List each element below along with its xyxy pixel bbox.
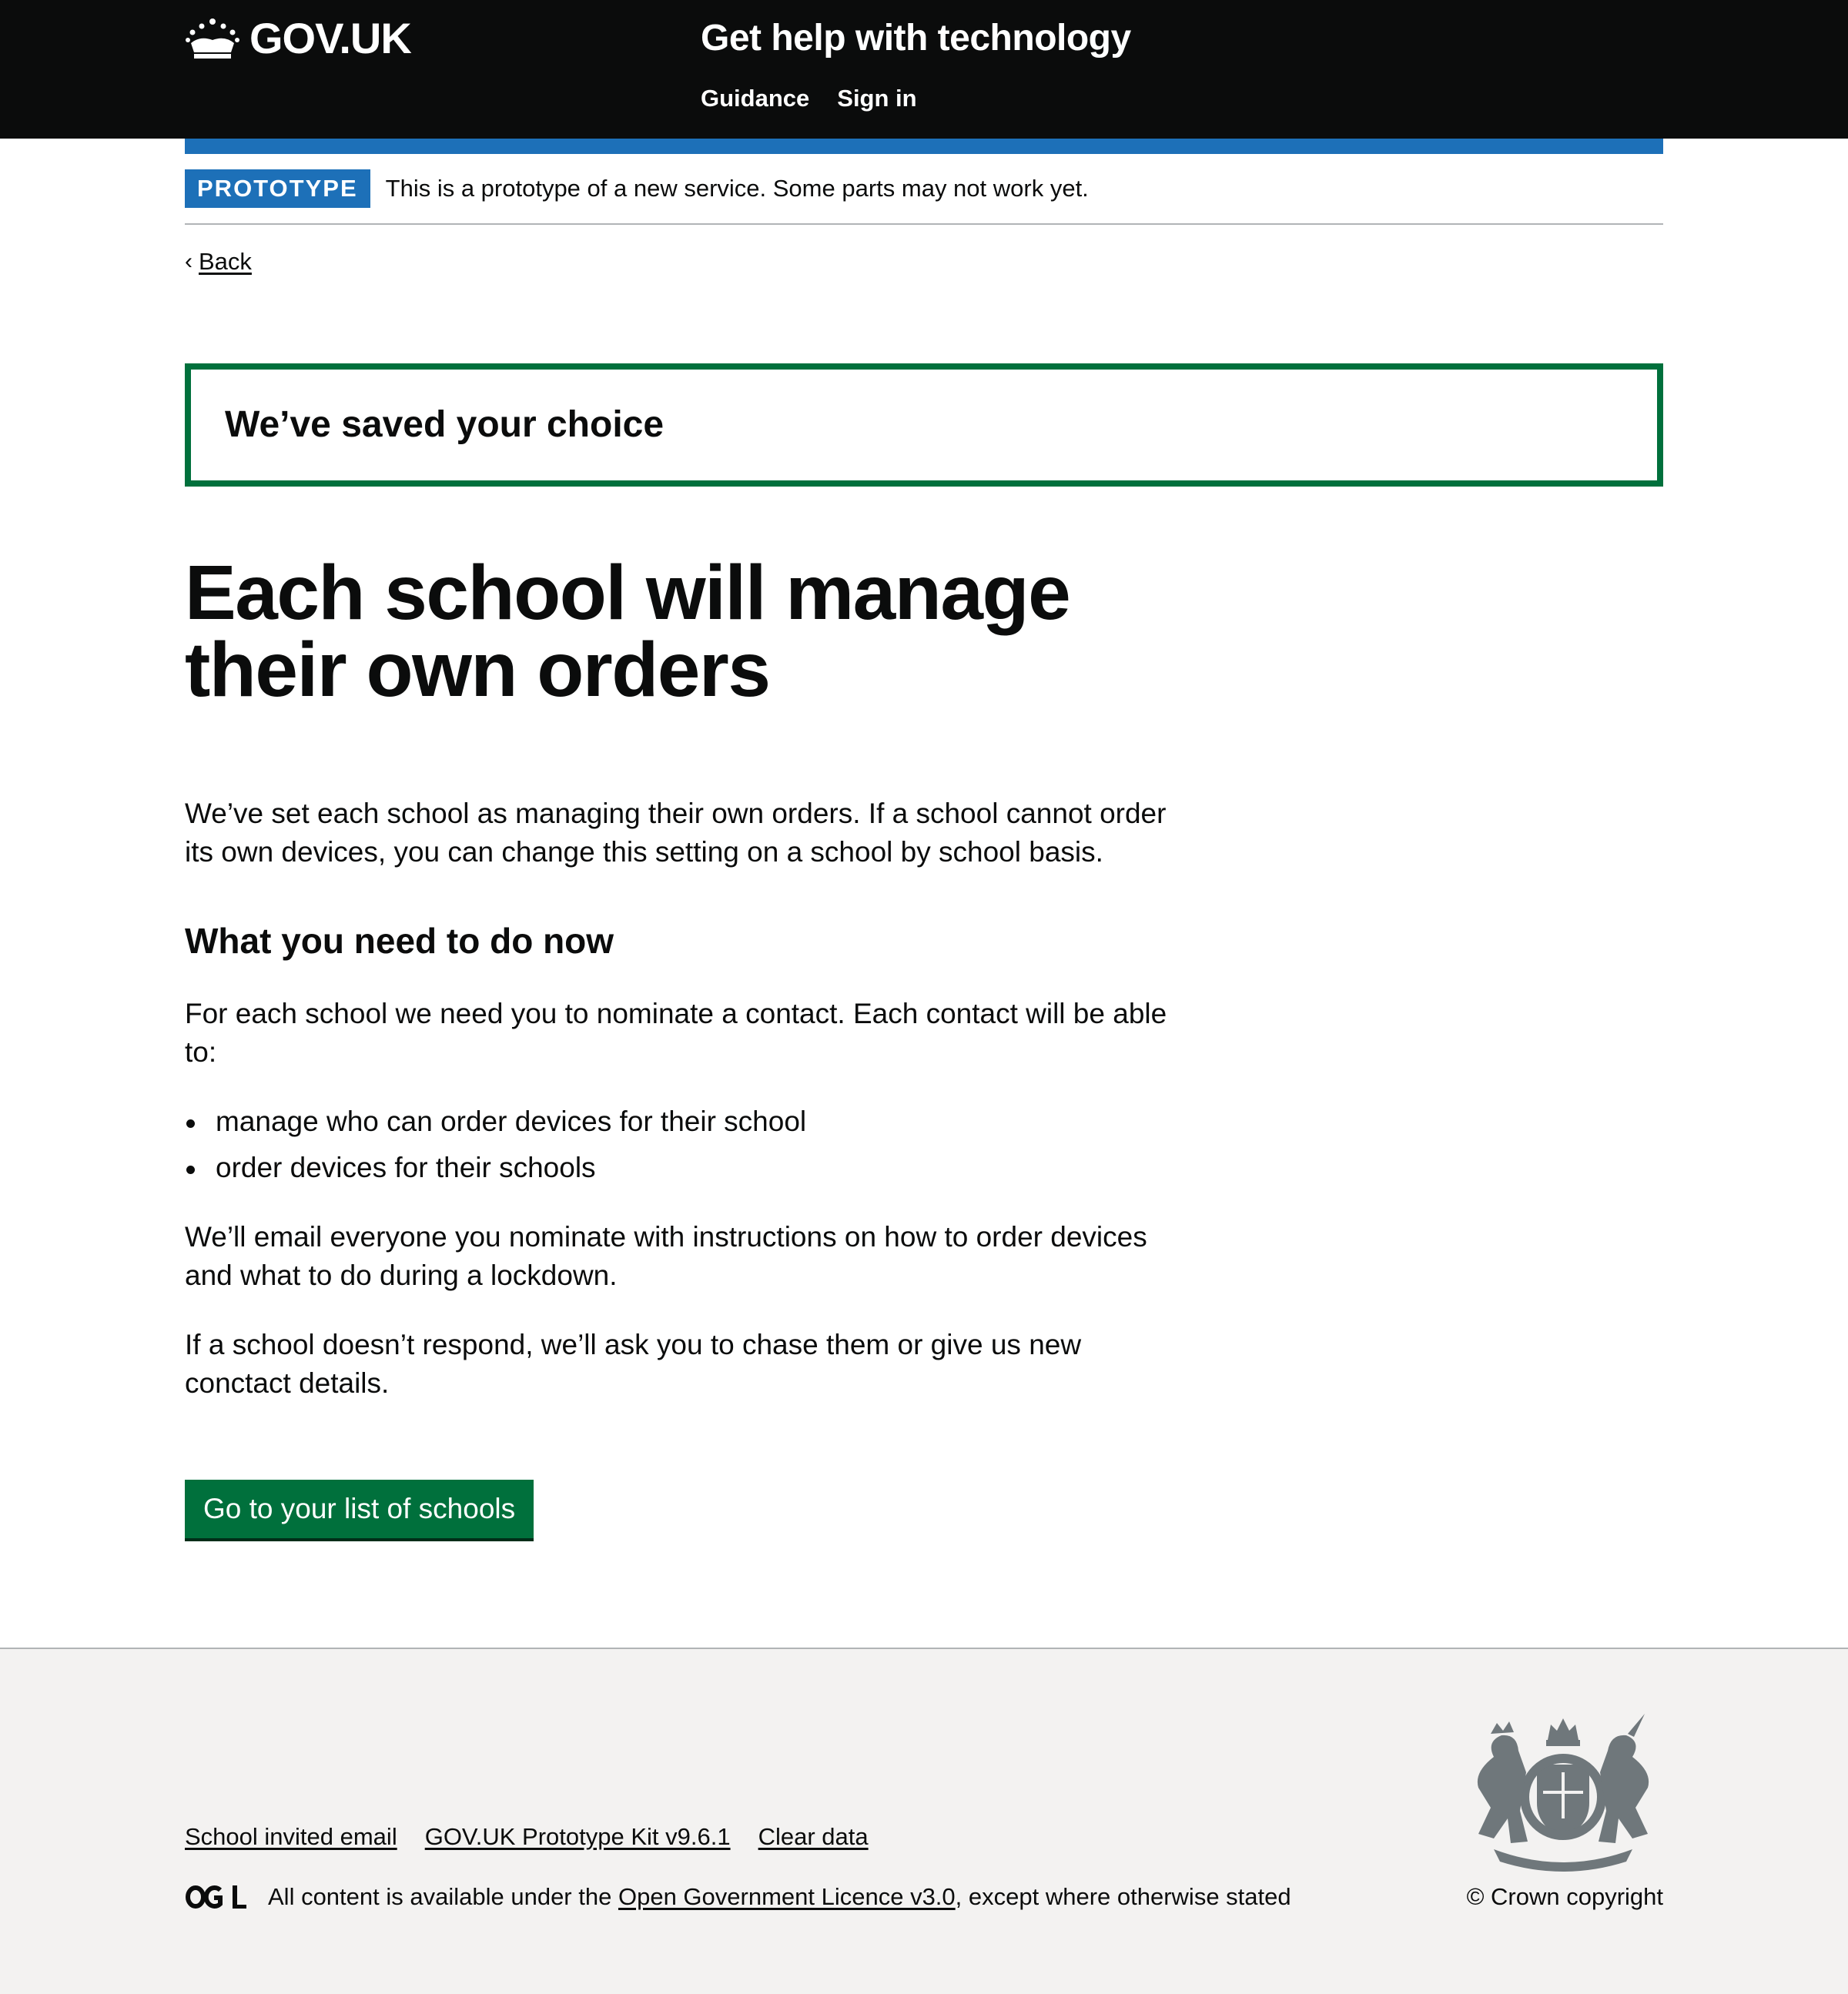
bulleted-list: manage who can order devices for their s… — [185, 1102, 806, 1195]
success-notification-banner: We’ve saved your choice — [185, 363, 1663, 487]
crown-icon — [186, 18, 239, 59]
govuk-logo-link[interactable]: GOV.UK — [185, 11, 412, 66]
phase-banner-text: This is a prototype of a new service. So… — [385, 175, 1089, 202]
go-to-schools-button[interactable]: Go to your list of schools — [185, 1480, 534, 1538]
licence-prefix: All content is available under the — [268, 1883, 612, 1910]
site-header: GOV.UK Get help with technology Guidance… — [0, 0, 1848, 139]
contact-paragraph: For each school we need you to nominate … — [185, 998, 1167, 1068]
footer-link-prototype-kit[interactable]: GOV.UK Prototype Kit v9.6.1 — [425, 1822, 731, 1852]
site-footer: School invited email GOV.UK Prototype Ki… — [0, 1648, 1848, 1994]
phase-tag: PROTOTYPE — [185, 169, 370, 208]
footer-links: School invited email GOV.UK Prototype Ki… — [185, 1822, 869, 1852]
royal-coat-of-arms-icon — [1477, 1714, 1649, 1872]
intro-paragraph: We’ve set each school as managing their … — [185, 798, 1167, 868]
licence-suffix: , except where otherwise stated — [955, 1883, 1291, 1910]
page-title-container: Each school will manage their own orders — [185, 554, 1170, 708]
logo-text: GOV.UK — [249, 14, 412, 62]
page-title-line-1: Each school will manage — [185, 550, 1071, 636]
footer-link-school-invited-email[interactable]: School invited email — [185, 1822, 397, 1852]
header-navigation: Guidance Sign in — [701, 83, 917, 114]
licence-statement: All content is available under the Open … — [185, 1882, 1291, 1912]
crown-copyright: © Crown copyright — [1466, 1883, 1663, 1910]
open-government-licence-link[interactable]: Open Government Licence v3.0 — [618, 1882, 956, 1912]
nav-sign-in-link[interactable]: Sign in — [837, 83, 916, 114]
page-title-line-2: their own orders — [185, 627, 771, 713]
footer-link-clear-data[interactable]: Clear data — [758, 1822, 869, 1852]
back-link-container: ‹ Back — [185, 246, 252, 277]
section-heading: What you need to do now — [185, 921, 614, 961]
phase-banner: PROTOTYPE This is a prototype of a new s… — [185, 169, 1663, 225]
chevron-left-icon: ‹ — [185, 249, 192, 274]
chase-paragraph: If a school doesn’t respond, we’ll ask y… — [185, 1329, 1082, 1399]
nav-guidance-link[interactable]: Guidance — [701, 83, 809, 114]
page-title: Each school will manage their own orders — [185, 554, 1170, 708]
list-item: order devices for their schools — [185, 1149, 806, 1187]
notification-heading: We’ve saved your choice — [225, 404, 665, 445]
list-item: manage who can order devices for their s… — [185, 1102, 806, 1141]
back-link[interactable]: Back — [199, 246, 252, 277]
email-paragraph: We’ll email everyone you nominate with i… — [185, 1221, 1147, 1291]
service-name-link[interactable]: Get help with technology — [701, 14, 1131, 63]
header-blue-bar — [185, 139, 1663, 154]
ogl-logo-icon — [186, 1885, 246, 1909]
